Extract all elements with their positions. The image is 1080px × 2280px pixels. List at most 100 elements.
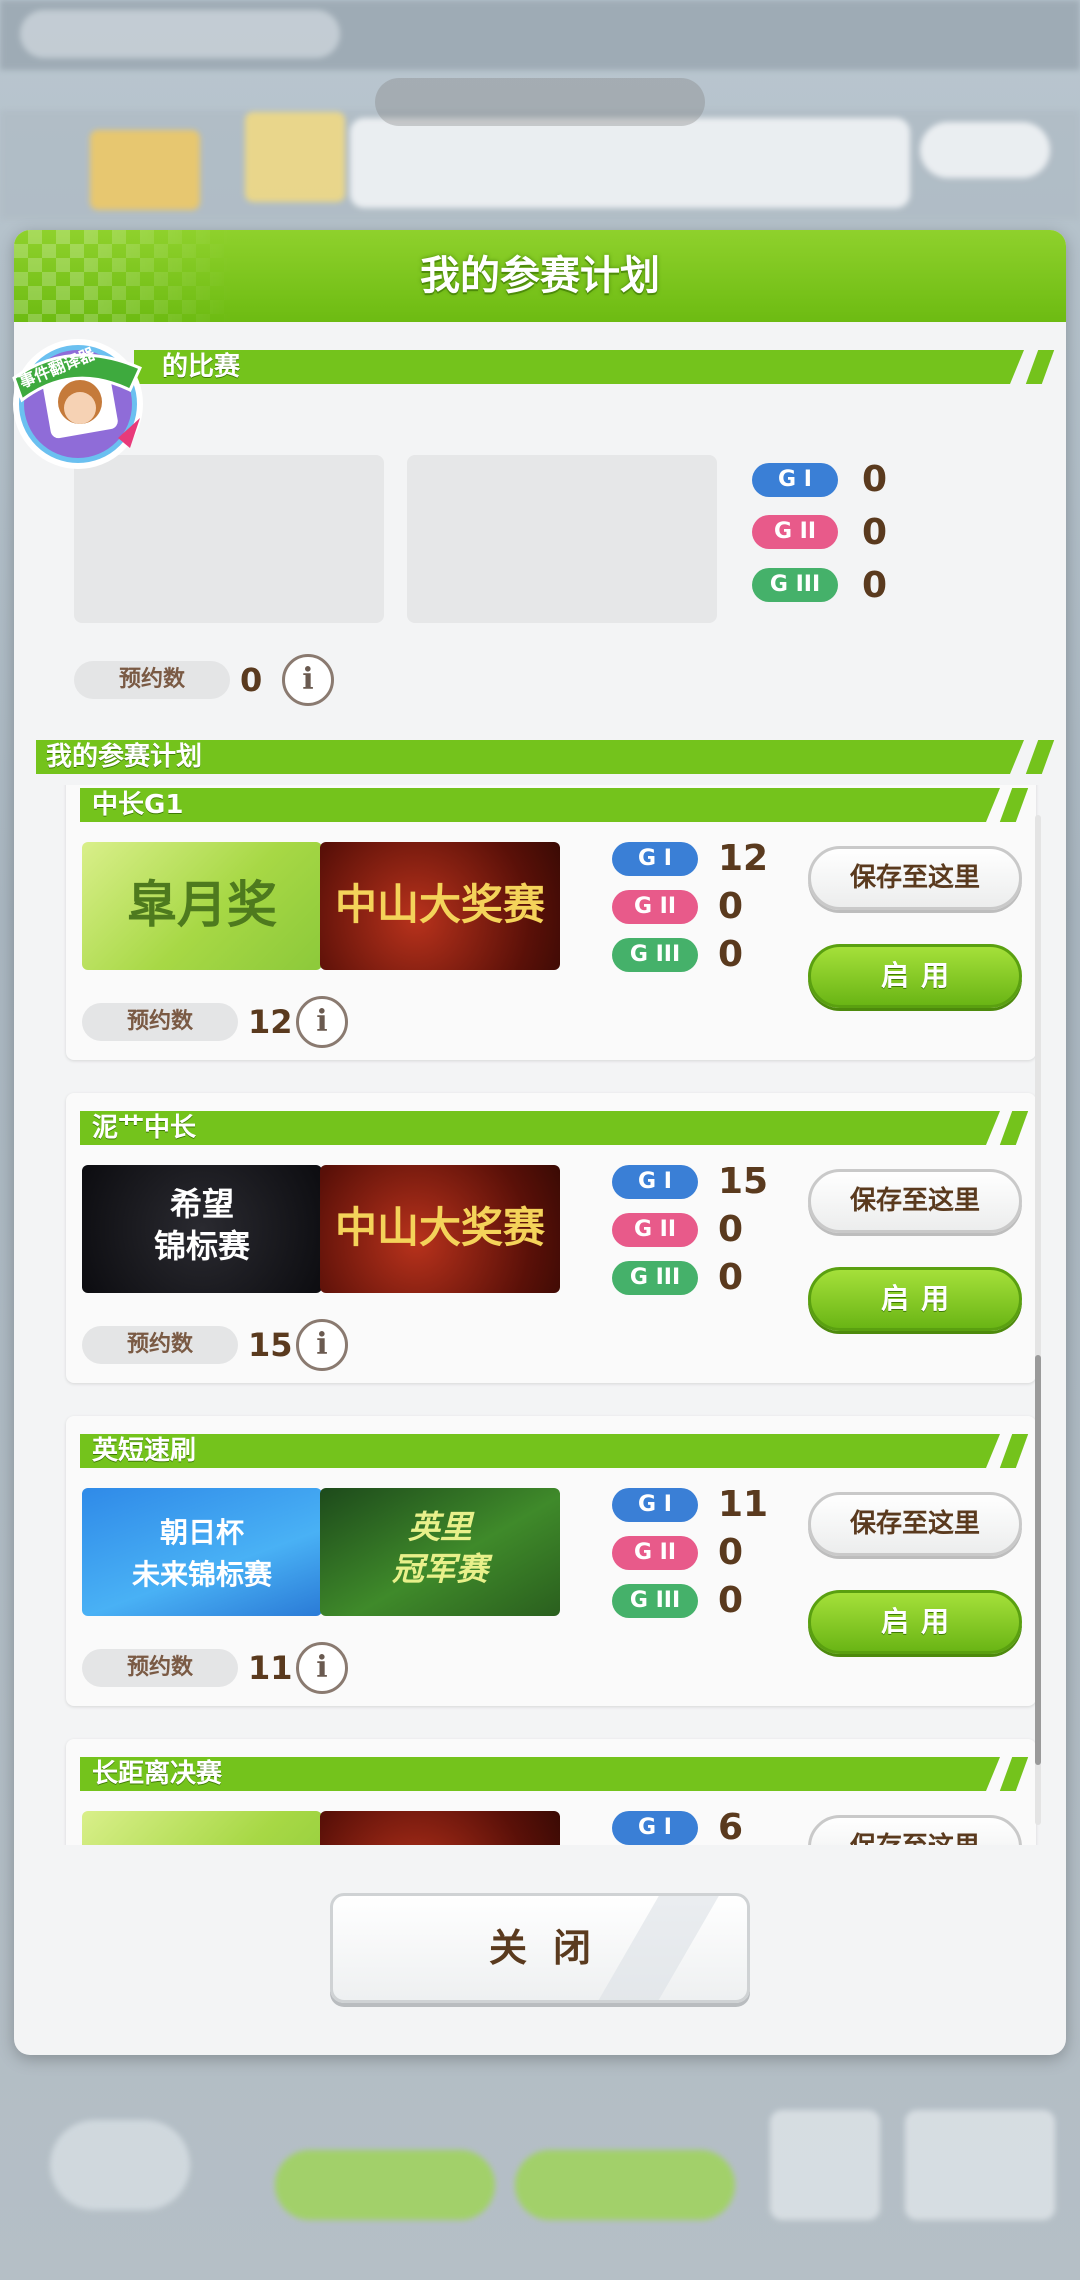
reserve-count: 11 <box>248 1649 293 1687</box>
grade-badge-g3: G III <box>612 938 698 972</box>
race-title: 朝日杯 未来锦标赛 <box>131 1516 272 1591</box>
bg-rank-tile <box>90 130 200 210</box>
info-icon[interactable]: i <box>296 1642 348 1694</box>
plan-card: 中长G1 皐月奖 中山大奖赛 G I 12 G II 0 G III 0 保存至… <box>66 785 1036 1060</box>
bg-chip <box>20 10 340 58</box>
grade-count-g1: 15 <box>718 1161 769 1202</box>
race-title: 皐月奖 <box>127 875 277 934</box>
race-thumbnail <box>320 1811 560 1845</box>
bg-bottom-button <box>515 2150 735 2220</box>
reserve-count: 0 <box>240 661 263 699</box>
race-thumbnail: 希望 锦标赛 <box>82 1165 322 1293</box>
race-thumbnail <box>82 1811 322 1845</box>
use-plan-button[interactable]: 启用 <box>808 944 1022 1008</box>
grade-count-g3: 0 <box>718 1580 744 1621</box>
grade-badge-g2: G II <box>612 1213 698 1247</box>
bg-pill <box>920 122 1050 178</box>
reserve-label: 预约数 <box>82 1003 238 1041</box>
grade-count-g1: 12 <box>718 838 769 879</box>
reserve-count: 15 <box>248 1326 293 1364</box>
bg-bottom-button <box>50 2120 190 2210</box>
race-title: 希望 锦标赛 <box>153 1185 250 1265</box>
grade-count-g2: 0 <box>862 512 888 553</box>
grade-count-g2: 0 <box>718 1209 744 1250</box>
heading-tail <box>1025 350 1055 384</box>
bg-bottom-button <box>275 2150 495 2220</box>
race-thumbnail: 中山大奖赛 <box>320 842 560 970</box>
plan-name: 中长G1 <box>92 790 184 820</box>
grade-count-g1: 6 <box>718 1807 744 1846</box>
grade-count-g2: 0 <box>718 1532 744 1573</box>
current-race-slot-1 <box>74 455 384 623</box>
current-races-heading-bar <box>134 350 1024 384</box>
race-thumbnail: 朝日杯 未来锦标赛 <box>82 1488 322 1616</box>
grade-count-g2: 0 <box>718 886 744 927</box>
grade-badge-g2: G II <box>612 890 698 924</box>
grade-badge-g1: G I <box>752 463 838 497</box>
scrollbar-thumb[interactable] <box>1035 1355 1041 1765</box>
bg-bottom-tile <box>905 2110 1055 2220</box>
dialog-title: 我的参赛计划 <box>420 253 660 299</box>
plan-heading-bar <box>80 1434 1000 1468</box>
close-button[interactable]: 关闭 <box>330 1893 750 2003</box>
grade-badge-g1: G I <box>612 1811 698 1845</box>
plan-heading-bar <box>80 788 1000 822</box>
reserve-count: 12 <box>248 1003 293 1041</box>
toast-overlay <box>375 78 705 126</box>
grade-badge-g1: G I <box>612 1488 698 1522</box>
plan-heading-bar <box>80 1111 1000 1145</box>
plans-heading: 我的参赛计划 <box>46 742 203 772</box>
plan-list-scrollbar[interactable] <box>1035 815 1041 1825</box>
grade-badge-g3: G III <box>752 568 838 602</box>
close-label: 关闭 <box>488 1926 617 1970</box>
race-thumbnail: 皐月奖 <box>82 842 322 970</box>
current-races-heading: 的比赛 <box>162 352 241 382</box>
reserve-label: 预约数 <box>82 1649 238 1687</box>
plan-name: 英短速刷 <box>92 1436 197 1466</box>
grade-badge-g2: G II <box>612 1536 698 1570</box>
plan-name: 长距离决赛 <box>92 1759 223 1789</box>
reserve-label: 预约数 <box>74 661 230 699</box>
grade-badge-g3: G III <box>612 1584 698 1618</box>
bg-bottom-tile <box>770 2110 880 2220</box>
race-thumbnail: 中山大奖赛 <box>320 1165 560 1293</box>
event-translator-badge[interactable]: 事件翻译器 <box>0 318 160 478</box>
race-title: 中山大奖赛 <box>334 880 545 929</box>
grade-count-g3: 0 <box>718 934 744 975</box>
use-plan-button[interactable]: 启用 <box>808 1267 1022 1331</box>
grade-count-g3: 0 <box>718 1257 744 1298</box>
grade-badge-g2: G II <box>752 515 838 549</box>
plan-card: 长距离决赛 G I 6 保存至这里 <box>66 1739 1036 1845</box>
grade-badge-g3: G III <box>612 1261 698 1295</box>
grade-badge-g1: G I <box>612 1165 698 1199</box>
race-thumbnail: 英里 冠军赛 <box>320 1488 560 1616</box>
info-icon[interactable]: i <box>296 996 348 1048</box>
plan-card: 泥艹中长 希望 锦标赛 中山大奖赛 G I 15 G II 0 G III 0 … <box>66 1093 1036 1383</box>
race-title: 英里 冠军赛 <box>391 1508 488 1588</box>
bg-card <box>350 118 910 208</box>
plan-name: 泥艹中长 <box>92 1113 197 1143</box>
info-icon[interactable]: i <box>282 654 334 706</box>
dialog-header: 我的参赛计划 <box>14 230 1066 322</box>
race-title: 中山大奖赛 <box>334 1203 545 1252</box>
grade-count-g1: 0 <box>862 459 888 500</box>
heading-tail <box>1025 740 1055 774</box>
info-icon[interactable]: i <box>296 1319 348 1371</box>
plan-card: 英短速刷 朝日杯 未来锦标赛 英里 冠军赛 G I 11 G II 0 G II… <box>66 1416 1036 1706</box>
save-here-button[interactable]: 保存至这里 <box>808 1492 1022 1556</box>
race-plan-dialog: 我的参赛计划 的比赛 G I 0 G II 0 G III 0 预约数 0 i … <box>14 230 1066 2055</box>
heading-tail <box>999 1111 1029 1145</box>
heading-tail <box>999 1434 1029 1468</box>
grade-count-g1: 11 <box>718 1484 769 1525</box>
plan-list[interactable]: 中长G1 皐月奖 中山大奖赛 G I 12 G II 0 G III 0 保存至… <box>36 785 1044 1845</box>
heading-tail <box>999 788 1029 822</box>
save-here-button[interactable]: 保存至这里 <box>808 1169 1022 1233</box>
grade-count-g3: 0 <box>862 565 888 606</box>
save-here-button[interactable]: 保存至这里 <box>808 846 1022 910</box>
save-here-button[interactable]: 保存至这里 <box>808 1815 1022 1845</box>
use-plan-button[interactable]: 启用 <box>808 1590 1022 1654</box>
reserve-label: 预约数 <box>82 1326 238 1364</box>
bg-yellow-tile <box>245 112 345 202</box>
heading-tail <box>999 1757 1029 1791</box>
current-race-slot-2 <box>407 455 717 623</box>
